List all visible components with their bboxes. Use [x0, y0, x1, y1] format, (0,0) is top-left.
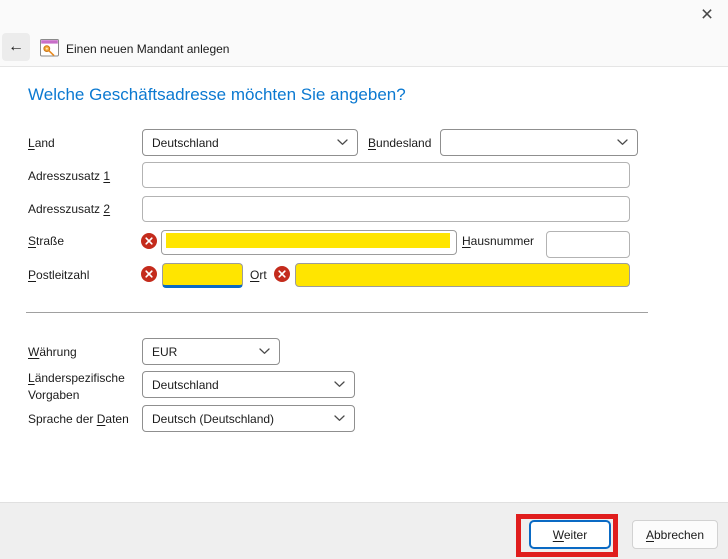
- strasse-error-icon: [141, 233, 157, 249]
- title-bar: × ← Einen neuen Mandant anlegen: [0, 0, 728, 67]
- postleitzahl-error-icon: [141, 266, 157, 282]
- annotation-highlight-box: [516, 514, 618, 557]
- wizard-dialog: × ← Einen neuen Mandant anlegen Welche G…: [0, 0, 728, 559]
- land-select[interactable]: Deutschland: [142, 129, 358, 156]
- adresszusatz2-input[interactable]: [142, 196, 630, 222]
- page-title: Welche Geschäftsadresse möchten Sie ange…: [28, 85, 406, 105]
- close-icon[interactable]: ×: [692, 2, 722, 28]
- strasse-input[interactable]: [161, 230, 457, 255]
- strasse-highlight: [166, 233, 450, 248]
- window-title: Einen neuen Mandant anlegen: [66, 42, 229, 56]
- adresszusatz2-label: Adresszusatz 2: [28, 202, 110, 216]
- sprache-select-value: Deutsch (Deutschland): [152, 412, 274, 426]
- vorgaben-label: Länderspezifische Vorgaben: [28, 370, 125, 404]
- chevron-down-icon: [617, 139, 628, 146]
- back-button[interactable]: ←: [2, 33, 30, 61]
- waehrung-select-value: EUR: [152, 345, 177, 359]
- strasse-label: Straße: [28, 234, 64, 248]
- vorgaben-select-value: Deutschland: [152, 378, 219, 392]
- adresszusatz1-input[interactable]: [142, 162, 630, 188]
- hausnummer-label: Hausnummer: [462, 234, 534, 248]
- back-arrow-icon: ←: [8, 38, 24, 56]
- postleitzahl-input[interactable]: [162, 263, 243, 288]
- bundesland-select[interactable]: [440, 129, 638, 156]
- ort-input[interactable]: [295, 263, 630, 287]
- waehrung-select[interactable]: EUR: [142, 338, 280, 365]
- section-divider: [26, 312, 648, 313]
- chevron-down-icon: [334, 381, 345, 388]
- chevron-down-icon: [337, 139, 348, 146]
- sprache-label: Sprache der Daten: [28, 412, 129, 426]
- land-select-value: Deutschland: [152, 136, 219, 150]
- abbrechen-button[interactable]: Abbrechen: [632, 520, 718, 549]
- waehrung-label: Währung: [28, 345, 77, 359]
- vorgaben-select[interactable]: Deutschland: [142, 371, 355, 398]
- chevron-down-icon: [334, 415, 345, 422]
- hausnummer-input[interactable]: [546, 231, 630, 258]
- bundesland-label: Bundesland: [368, 136, 431, 150]
- postleitzahl-label: Postleitzahl: [28, 268, 89, 282]
- wizard-app-icon: [40, 39, 59, 57]
- footer-bar: [0, 502, 728, 559]
- land-label: Land: [28, 136, 55, 150]
- sprache-select[interactable]: Deutsch (Deutschland): [142, 405, 355, 432]
- chevron-down-icon: [259, 348, 270, 355]
- ort-label: Ort: [250, 268, 267, 282]
- ort-error-icon: [274, 266, 290, 282]
- adresszusatz1-label: Adresszusatz 1: [28, 169, 110, 183]
